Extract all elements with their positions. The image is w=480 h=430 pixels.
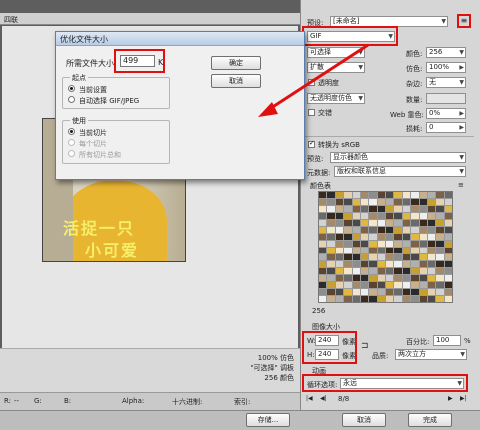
annotation-arrow [258, 43, 369, 117]
